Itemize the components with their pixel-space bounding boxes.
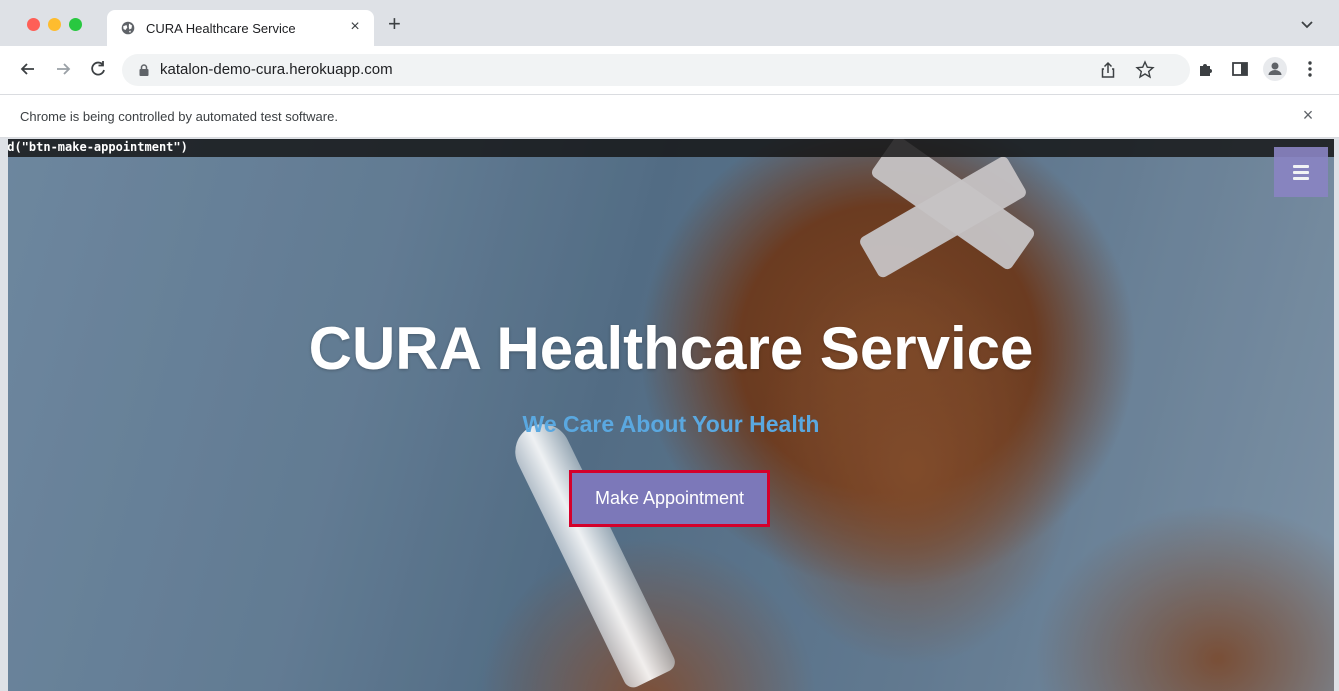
infobar-close-icon[interactable]: × (1299, 105, 1317, 126)
lock-icon[interactable] (139, 64, 149, 76)
xpath-overlay-text: id("btn-make-appointment") (8, 140, 188, 154)
close-window-button[interactable] (27, 18, 40, 31)
url-text[interactable]: katalon-demo-cura.herokuapp.com (160, 61, 393, 78)
forward-arrow-icon[interactable] (52, 58, 74, 80)
more-menu-icon[interactable] (1300, 59, 1320, 79)
fullscreen-window-button[interactable] (69, 18, 82, 31)
reload-icon[interactable] (87, 58, 109, 80)
side-panel-icon[interactable] (1230, 59, 1250, 79)
globe-icon (121, 21, 135, 35)
browser-tab[interactable]: CURA Healthcare Service × (107, 10, 374, 46)
hero-title: CURA Healthcare Service (308, 315, 1034, 382)
new-tab-button[interactable]: + (388, 13, 401, 35)
address-bar[interactable]: katalon-demo-cura.herokuapp.com (122, 54, 1190, 86)
share-icon[interactable] (1099, 61, 1117, 79)
bookmark-star-icon[interactable] (1135, 60, 1155, 80)
make-appointment-button[interactable]: Make Appointment (569, 470, 770, 527)
xpath-overlay-bar: id("btn-make-appointment") (8, 139, 1334, 157)
hero-subtitle: We Care About Your Health (522, 411, 820, 437)
browser-toolbar: katalon-demo-cura.herokuapp.com (0, 46, 1339, 94)
extensions-puzzle-icon[interactable] (1196, 59, 1216, 79)
hero-section: id("btn-make-appointment") CURA Healthca… (8, 139, 1334, 691)
hamburger-icon (1293, 165, 1309, 168)
hamburger-icon (1293, 171, 1309, 174)
tab-strip: CURA Healthcare Service × + (0, 0, 1339, 46)
hamburger-icon (1293, 177, 1309, 180)
chevron-down-icon[interactable] (1300, 20, 1314, 30)
tab-close-icon[interactable]: × (347, 18, 363, 36)
automation-infobar: Chrome is being controlled by automated … (0, 94, 1339, 138)
person-icon (1268, 62, 1282, 75)
tab-title: CURA Healthcare Service (146, 21, 296, 36)
back-arrow-icon[interactable] (17, 58, 39, 80)
profile-avatar-icon[interactable] (1263, 57, 1287, 81)
automation-message: Chrome is being controlled by automated … (20, 109, 338, 124)
menu-toggle-button[interactable] (1274, 147, 1328, 197)
minimize-window-button[interactable] (48, 18, 61, 31)
